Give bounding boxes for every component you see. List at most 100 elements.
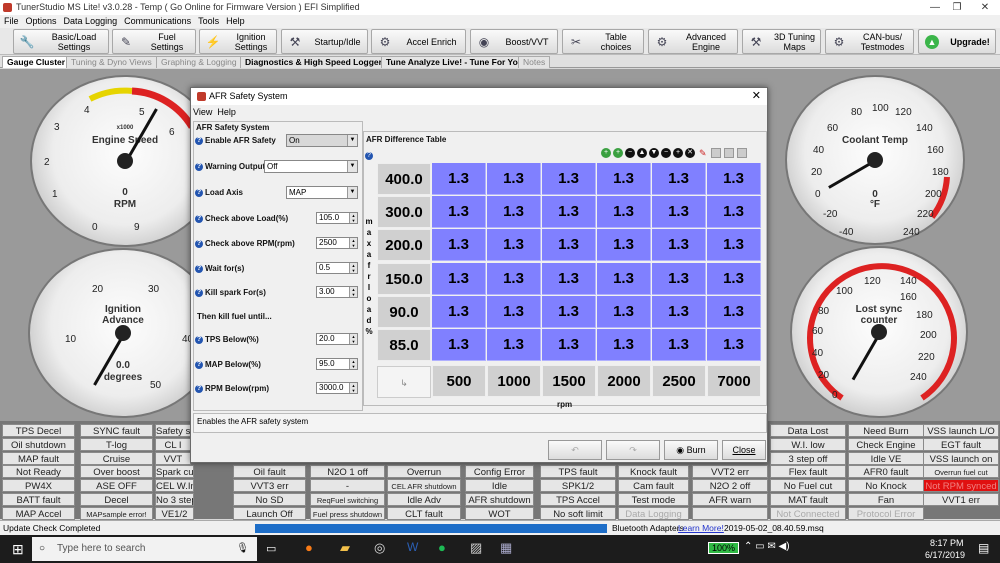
table-cell[interactable]: 1.3: [487, 329, 541, 361]
tab-graphing-logging[interactable]: Graphing & Logging: [156, 56, 242, 68]
notification-icon[interactable]: ▤: [978, 541, 989, 555]
table-cell[interactable]: 1.3: [597, 295, 651, 328]
app-icon-5[interactable]: ◎: [374, 540, 385, 556]
table-cell[interactable]: 1.3: [487, 295, 541, 328]
spinner-9[interactable]: 95.0 ▲ ▼: [316, 358, 358, 370]
fill-icon[interactable]: [737, 148, 747, 158]
tab-tuning-dyno[interactable]: Tuning & Dyno Views: [66, 56, 157, 68]
accel-enrich-button[interactable]: ⚙ Accel Enrich: [371, 29, 466, 54]
smooth-icon[interactable]: [711, 148, 721, 158]
help-icon[interactable]: ?: [195, 239, 203, 248]
spinner-arrows-icon[interactable]: ▲ ▼: [349, 287, 357, 297]
menu-data-logging[interactable]: Data Logging: [64, 16, 118, 26]
help-icon[interactable]: ?: [195, 335, 203, 344]
spinner-5[interactable]: 0.5 ▲ ▼: [316, 262, 358, 274]
file-explorer-icon[interactable]: ▰: [340, 540, 350, 556]
close-button[interactable]: Close: [722, 440, 766, 460]
table-cell[interactable]: 1.3: [652, 329, 706, 361]
help-icon[interactable]: ?: [195, 136, 203, 145]
learn-more-link[interactable]: Learn More!: [678, 521, 724, 536]
table-cell[interactable]: 1.3: [487, 262, 541, 295]
help-icon[interactable]: ?: [195, 384, 203, 393]
dialog-close-icon[interactable]: ✕: [752, 88, 761, 105]
spinner-arrows-icon[interactable]: ▲ ▼: [349, 383, 357, 393]
table-cell[interactable]: 1.3: [432, 329, 486, 361]
chevron-down-icon[interactable]: ▼: [347, 187, 357, 198]
load-bin[interactable]: 200.0: [377, 229, 431, 262]
spinner-arrows-icon[interactable]: ▲ ▼: [349, 238, 357, 248]
table-help-icon[interactable]: ?: [365, 152, 373, 160]
photos-icon[interactable]: ▨: [470, 540, 482, 556]
help-icon[interactable]: ?: [195, 214, 203, 223]
dropdown-2[interactable]: MAP ▼: [286, 186, 358, 199]
fuel-settings-button[interactable]: ✎ Fuel Settings: [112, 29, 196, 54]
redo-button[interactable]: ↷: [606, 440, 660, 460]
battery-indicator[interactable]: 100%: [708, 542, 740, 554]
task-view-icon[interactable]: ▭: [266, 542, 276, 555]
table-cell[interactable]: 1.3: [542, 262, 596, 295]
down-icon[interactable]: ▼: [649, 148, 659, 158]
spinner-arrows-icon[interactable]: ▲ ▼: [349, 263, 357, 273]
interpolate-icon[interactable]: [724, 148, 734, 158]
table-cell[interactable]: 1.3: [542, 163, 596, 195]
startup-idle-button[interactable]: ⚒ Startup/Idle: [281, 29, 368, 54]
tab-diagnostics[interactable]: Diagnostics & High Speed Loggers: [240, 56, 392, 68]
table-cell[interactable]: 1.3: [652, 262, 706, 295]
table-cell[interactable]: 1.3: [597, 196, 651, 229]
rpm-bin[interactable]: 2500: [652, 365, 706, 398]
decrement-icon[interactable]: −: [625, 148, 635, 158]
load-bin[interactable]: 400.0: [377, 163, 431, 195]
table-choices-button[interactable]: ✂ Table choices: [562, 29, 644, 54]
table-cell[interactable]: 1.3: [542, 329, 596, 361]
table-cell[interactable]: 1.3: [542, 196, 596, 229]
menu-help-dialog[interactable]: Help: [217, 107, 236, 117]
spinner-6[interactable]: 3.00 ▲ ▼: [316, 286, 358, 298]
load-bin[interactable]: 85.0: [377, 329, 431, 361]
load-bin[interactable]: 90.0: [377, 295, 431, 328]
menu-tools[interactable]: Tools: [198, 16, 219, 26]
rpm-bin[interactable]: 7000: [707, 365, 761, 398]
table-cell[interactable]: 1.3: [432, 295, 486, 328]
ignition-settings-button[interactable]: ⚡ Ignition Settings: [199, 29, 277, 54]
menu-view[interactable]: View: [193, 107, 212, 117]
pencil-icon[interactable]: ✎: [699, 148, 707, 159]
spinner-4[interactable]: 2500 ▲ ▼: [316, 237, 358, 249]
spinner-3[interactable]: 105.0 ▲ ▼: [316, 212, 358, 224]
table-cell[interactable]: 1.3: [707, 163, 761, 195]
table-cell[interactable]: 1.3: [597, 262, 651, 295]
load-bin[interactable]: 150.0: [377, 262, 431, 295]
word-icon[interactable]: W: [407, 540, 418, 554]
table-cell[interactable]: 1.3: [652, 163, 706, 195]
plus-icon[interactable]: +: [673, 148, 683, 158]
table-cell[interactable]: 1.3: [652, 229, 706, 262]
taskbar-search-box[interactable]: ○ Type here to search 🎙: [32, 537, 257, 561]
spinner-arrows-icon[interactable]: ▲ ▼: [349, 334, 357, 344]
help-icon[interactable]: ?: [195, 162, 203, 171]
spotify-icon[interactable]: ●: [438, 540, 446, 555]
help-icon[interactable]: ?: [195, 360, 203, 369]
spinner-8[interactable]: 20.0 ▲ ▼: [316, 333, 358, 345]
chevron-down-icon[interactable]: ▼: [347, 135, 357, 146]
3d-tuning-maps-button[interactable]: ⚒ 3D Tuning Maps: [742, 29, 821, 54]
spinner-10[interactable]: 3000.0 ▲ ▼: [316, 382, 358, 394]
close-window-button[interactable]: ✕: [970, 0, 1000, 15]
table-cell[interactable]: 1.3: [487, 163, 541, 195]
tray-icons[interactable]: ⌃ ▭ ✉ ◀): [744, 541, 790, 552]
help-icon[interactable]: ?: [195, 288, 203, 297]
spinner-arrows-icon[interactable]: ▲ ▼: [349, 359, 357, 369]
table-cell[interactable]: 1.3: [542, 229, 596, 262]
load-bin[interactable]: 300.0: [377, 196, 431, 229]
maximize-button[interactable]: ❐: [942, 0, 972, 15]
multiply-icon[interactable]: ✕: [685, 148, 695, 158]
tab-notes[interactable]: Notes: [518, 56, 551, 68]
upgrade-button[interactable]: ▲ Upgrade!: [918, 29, 996, 54]
table-cell[interactable]: 1.3: [707, 329, 761, 361]
menu-file[interactable]: File: [4, 16, 19, 26]
menu-communications[interactable]: Communications: [124, 16, 191, 26]
rpm-bin[interactable]: 1500: [542, 365, 596, 398]
table-cell[interactable]: 1.3: [432, 229, 486, 262]
table-cell[interactable]: 1.3: [432, 196, 486, 229]
table-cell[interactable]: 1.3: [597, 329, 651, 361]
tunerstudio-taskbar-icon[interactable]: ▦: [500, 540, 512, 556]
tab-tune-analyze[interactable]: Tune Analyze Live! - Tune For You: [381, 56, 528, 68]
